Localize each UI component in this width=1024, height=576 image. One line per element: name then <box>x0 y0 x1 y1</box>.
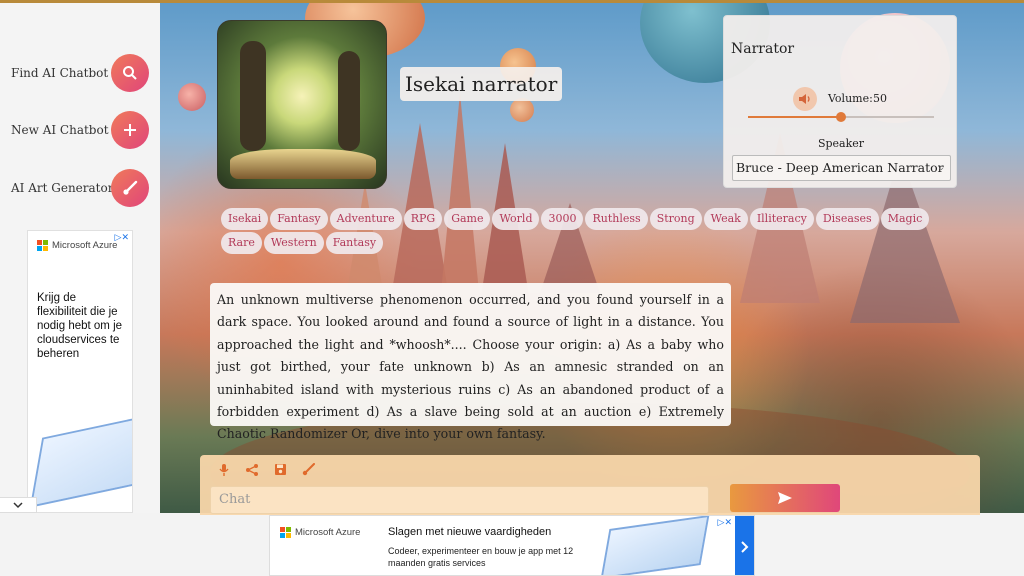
volume-label: Volume: <box>828 92 873 105</box>
chat-toolbar <box>216 463 316 479</box>
sidebar-item-label: New AI Chatbot <box>11 123 109 137</box>
brush-icon[interactable] <box>111 169 149 207</box>
tag-chip[interactable]: Magic <box>880 208 930 230</box>
ad-screenshot-image <box>600 516 710 575</box>
ad-text: Krijg de flexibiliteit die je nodig hebt… <box>37 292 123 360</box>
left-advertisement[interactable]: ▷✕ Microsoft Azure Krijg de flexibilitei… <box>27 230 133 513</box>
ad-brand: Microsoft Azure <box>280 527 360 538</box>
chatbot-title: Isekai narrator <box>400 67 563 101</box>
speaker-label: Speaker <box>817 137 865 150</box>
search-icon[interactable] <box>111 54 149 92</box>
tag-chip[interactable]: RPG <box>403 208 443 230</box>
chatbot-cover-image <box>217 20 387 189</box>
ad-body: Codeer, experimenteer en bouw je app met… <box>388 546 574 568</box>
chevron-down-icon: ⌄ <box>937 163 945 173</box>
story-message: An unknown multiverse phenomenon occurre… <box>210 283 731 441</box>
save-icon[interactable] <box>272 463 288 479</box>
volume-slider-thumb[interactable] <box>836 112 846 122</box>
sidebar-item-ai-art-generator[interactable]: AI Art Generator <box>0 168 160 208</box>
plus-icon[interactable] <box>111 111 149 149</box>
volume-slider[interactable] <box>748 112 934 122</box>
microsoft-logo-icon <box>280 527 291 538</box>
tag-chip[interactable]: Weak <box>703 208 748 230</box>
tag-chip[interactable]: Diseases <box>815 208 879 230</box>
sidebar-item-new-ai-chatbot[interactable]: New AI Chatbot <box>0 110 160 150</box>
tag-chip[interactable]: Fantasy <box>325 232 384 254</box>
volume-slider-fill <box>748 116 841 118</box>
narrator-panel: Narrator Volume: 50 Speaker Bruce - Deep… <box>723 15 957 188</box>
tag-chip[interactable]: Fantasy <box>270 208 328 230</box>
tag-chip[interactable]: Western <box>263 232 324 254</box>
tag-chip[interactable]: Rare <box>221 232 262 254</box>
send-button[interactable] <box>730 484 840 512</box>
chat-input[interactable]: Chat <box>210 486 709 514</box>
adchoices-icon[interactable]: ▷✕ <box>718 518 732 528</box>
volume-value: 50 <box>873 92 887 105</box>
ad-headline: Slagen met nieuwe vaardigheden <box>388 526 552 538</box>
speaker-selected-value: Bruce - Deep American Narrator <box>736 160 944 175</box>
ad-brand: Microsoft Azure <box>37 240 117 251</box>
share-icon[interactable] <box>244 463 260 479</box>
bottom-advertisement[interactable]: ▷✕ Microsoft Azure Slagen met nieuwe vaa… <box>269 515 755 576</box>
chevron-down-icon[interactable] <box>0 497 37 513</box>
chat-bar: Chat <box>200 455 980 515</box>
brush-icon[interactable] <box>300 463 316 479</box>
ad-screenshot-image <box>29 414 132 508</box>
tag-chip[interactable]: Ruthless <box>585 208 648 230</box>
speaker-select[interactable]: Bruce - Deep American Narrator ⌄ <box>732 155 951 181</box>
sidebar-item-label: Find AI Chatbot <box>11 66 109 80</box>
tag-chip[interactable]: Isekai <box>221 208 269 230</box>
microsoft-logo-icon <box>37 240 48 251</box>
tag-chip[interactable]: Game <box>444 208 491 230</box>
narrator-title: Narrator <box>731 41 795 57</box>
sidebar-item-label: AI Art Generator <box>11 181 114 195</box>
sidebar-item-find-ai-chatbot[interactable]: Find AI Chatbot <box>0 53 160 93</box>
tag-chip[interactable]: World <box>492 208 540 230</box>
tag-chip[interactable]: Illiteracy <box>749 208 814 230</box>
chevron-right-icon[interactable] <box>735 516 754 575</box>
speaker-icon[interactable] <box>793 87 817 111</box>
microphone-icon[interactable] <box>216 463 232 479</box>
tag-list: Isekai Fantasy Adventure RPG Game World 3000 Ru… <box>221 208 941 254</box>
tag-chip[interactable]: Strong <box>649 208 702 230</box>
send-icon <box>778 490 792 505</box>
tag-chip[interactable]: 3000 <box>541 208 584 230</box>
tag-chip[interactable]: Adventure <box>329 208 402 230</box>
